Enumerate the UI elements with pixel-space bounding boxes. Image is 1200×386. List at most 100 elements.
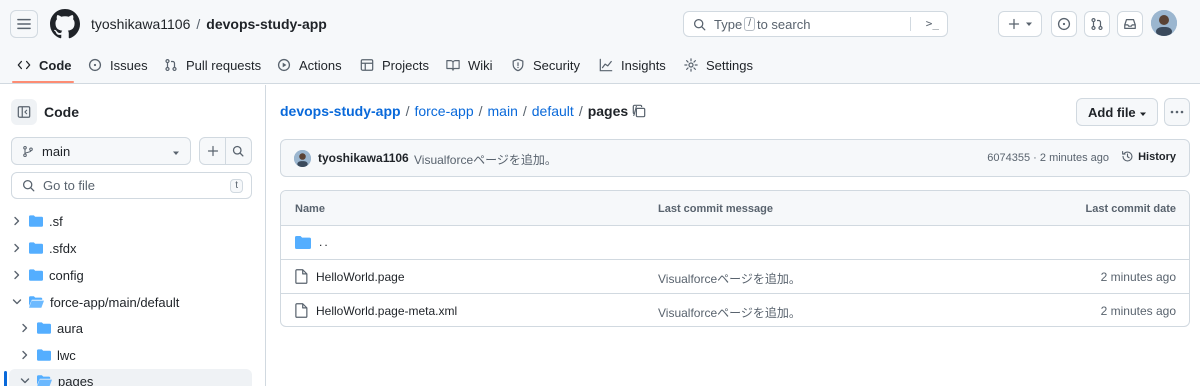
tab-settings[interactable]: Settings xyxy=(684,48,753,82)
branch-selector[interactable]: main xyxy=(11,137,191,165)
play-icon xyxy=(277,58,291,72)
tab-code[interactable]: Code xyxy=(17,48,72,82)
github-logo-icon[interactable] xyxy=(50,9,80,39)
tree-item-force-app[interactable]: force-app/main/default xyxy=(11,290,179,314)
repo-nav: Code Issues Pull requests Actions Projec… xyxy=(0,48,1200,84)
search-input[interactable]: Type / to search >_ xyxy=(683,11,948,37)
parent-directory-link[interactable]: .. xyxy=(319,235,330,249)
gear-icon xyxy=(684,58,698,72)
column-header-date: Last commit date xyxy=(1085,203,1176,215)
tree-item-label: pages xyxy=(58,373,94,386)
tab-label: Code xyxy=(39,57,72,73)
chevron-right-icon xyxy=(11,243,23,253)
tab-projects[interactable]: Projects xyxy=(360,48,429,82)
breadcrumb-force-app[interactable]: force-app xyxy=(414,103,473,119)
tab-label: Insights xyxy=(621,57,666,73)
folder-icon xyxy=(37,349,51,361)
file-icon xyxy=(295,269,308,284)
row-name: HelloWorld.page xyxy=(295,269,405,284)
add-file-button[interactable]: Add file xyxy=(1076,98,1158,126)
column-header-message: Last commit message xyxy=(658,203,773,215)
file-link[interactable]: HelloWorld.page-meta.xml xyxy=(316,304,457,318)
tree-item-aura[interactable]: aura xyxy=(19,316,83,340)
tree-item-pages[interactable]: pages xyxy=(19,369,93,386)
user-avatar[interactable] xyxy=(1151,10,1177,36)
repo-link[interactable]: devops-study-app xyxy=(206,16,327,32)
issues-header-button[interactable] xyxy=(1051,11,1077,37)
column-header-name: Name xyxy=(295,203,325,215)
tab-actions[interactable]: Actions xyxy=(277,48,342,82)
row-commit-message[interactable]: Visualforceページを追加。 xyxy=(658,304,801,321)
file-link[interactable]: HelloWorld.page xyxy=(316,270,405,284)
tree-item-config[interactable]: config xyxy=(11,263,84,287)
commit-message[interactable]: Visualforceページを追加。 xyxy=(414,151,557,168)
issue-opened-icon xyxy=(1057,17,1071,31)
tab-label: Security xyxy=(533,57,580,73)
git-pull-request-icon xyxy=(1091,17,1103,31)
tab-label: Issues xyxy=(110,57,148,73)
tab-insights[interactable]: Insights xyxy=(599,48,666,82)
row-commit-date: 2 minutes ago xyxy=(1100,304,1176,318)
breadcrumb-main[interactable]: main xyxy=(488,103,518,119)
copy-path-button[interactable] xyxy=(630,102,648,120)
breadcrumb-repo[interactable]: devops-study-app xyxy=(280,103,401,119)
inbox-button[interactable] xyxy=(1117,11,1143,37)
pull-requests-header-button[interactable] xyxy=(1084,11,1110,37)
tree-item-label: .sf xyxy=(49,213,63,229)
tree-item-label: config xyxy=(49,267,84,283)
go-to-file-input[interactable] xyxy=(43,178,223,193)
search-icon xyxy=(693,18,706,31)
path-separator: / xyxy=(196,16,201,32)
menu-button[interactable] xyxy=(10,10,38,38)
graph-icon xyxy=(599,58,613,72)
create-new-button[interactable] xyxy=(998,11,1042,37)
breadcrumb-current: pages xyxy=(587,103,629,119)
table-row[interactable]: HelloWorld.page Visualforceページを追加。 2 min… xyxy=(281,260,1189,294)
go-to-file-field[interactable]: t xyxy=(11,172,252,199)
tree-item-sf[interactable]: .sf xyxy=(11,209,63,233)
tab-wiki[interactable]: Wiki xyxy=(446,48,493,82)
tab-issues[interactable]: Issues xyxy=(88,48,148,82)
folder-icon xyxy=(29,215,43,227)
branch-name: main xyxy=(42,143,71,159)
tree-item-lwc[interactable]: lwc xyxy=(19,343,76,367)
copy-icon xyxy=(632,104,646,118)
file-table: Name Last commit message Last commit dat… xyxy=(280,190,1190,327)
tree-item-sfdx[interactable]: .sfdx xyxy=(11,236,76,260)
pull-request-icon xyxy=(165,58,177,72)
owner-link[interactable]: tyoshikawa1106 xyxy=(91,16,190,32)
more-options-button[interactable] xyxy=(1164,98,1190,126)
avatar-image xyxy=(294,150,311,167)
add-file-sidebar-button[interactable] xyxy=(200,138,225,164)
chevron-down-icon xyxy=(11,298,23,306)
chevron-right-icon xyxy=(19,323,31,333)
tab-pull-requests[interactable]: Pull requests xyxy=(164,48,261,82)
commit-author[interactable]: tyoshikawa1106 xyxy=(318,151,409,165)
table-row-parent[interactable]: .. xyxy=(281,226,1189,260)
command-palette-icon[interactable]: >_ xyxy=(926,17,939,30)
tree-item-label: aura xyxy=(57,320,84,336)
go-to-file-shortcut: t xyxy=(230,179,243,193)
folder-icon xyxy=(37,322,51,334)
tab-security[interactable]: Security xyxy=(511,48,580,82)
search-shortcut: / xyxy=(744,17,755,31)
breadcrumb-default[interactable]: default xyxy=(532,103,574,119)
caret-down-icon xyxy=(173,151,179,155)
search-suffix: to search xyxy=(756,16,811,32)
table-row[interactable]: HelloWorld.page-meta.xml Visualforceページを… xyxy=(281,294,1189,326)
chevron-down-icon xyxy=(19,377,31,385)
collapse-sidebar-button[interactable] xyxy=(11,99,37,125)
search-icon xyxy=(22,179,35,192)
caret-down-icon xyxy=(1140,112,1146,116)
sidebar-actions xyxy=(199,137,252,165)
search-code-button[interactable] xyxy=(226,138,251,164)
breadcrumb-separator: / xyxy=(478,103,483,119)
search-placeholder: Type / to search xyxy=(714,17,810,32)
inbox-icon xyxy=(1124,19,1136,29)
commit-author-avatar[interactable] xyxy=(294,150,311,167)
file-tree-sidebar: Code main t .sf .sfdx xyxy=(0,85,266,386)
sidebar-collapse-icon xyxy=(17,106,31,118)
row-commit-message[interactable]: Visualforceページを追加。 xyxy=(658,270,801,287)
history-button[interactable]: History xyxy=(1121,150,1176,163)
commit-sha-time[interactable]: 6074355 · 2 minutes ago xyxy=(987,152,1109,164)
